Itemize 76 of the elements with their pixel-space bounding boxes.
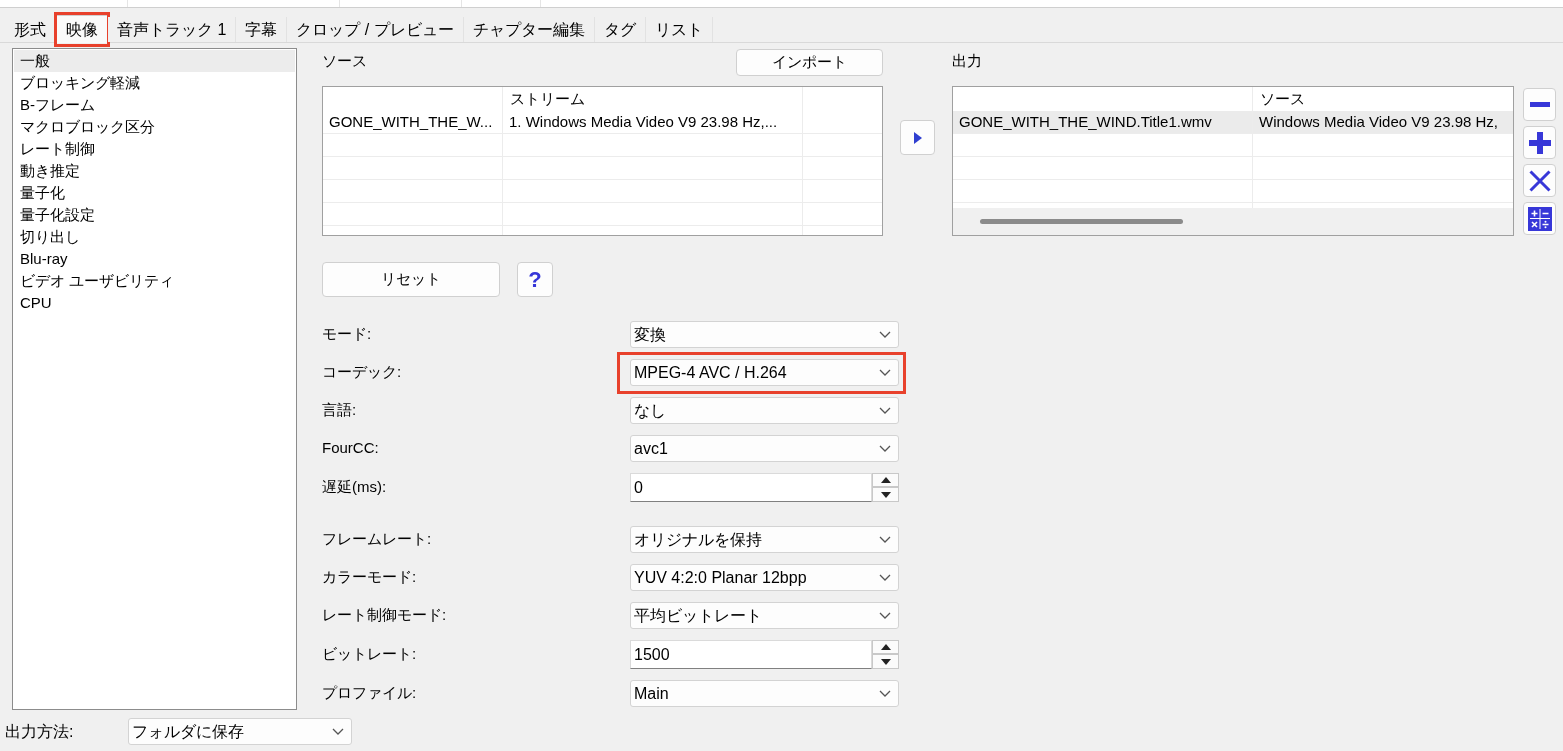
sidebar-item[interactable]: CPU — [14, 292, 295, 314]
chevron-down-icon — [879, 536, 891, 543]
plus-icon — [1528, 131, 1551, 154]
minus-icon — [1529, 102, 1550, 107]
add-button[interactable] — [1523, 126, 1556, 159]
sidebar-item[interactable]: ブロッキング軽減 — [14, 72, 295, 94]
help-button[interactable]: ? — [517, 262, 553, 297]
sidebar-item[interactable]: Blu-ray — [14, 248, 295, 270]
sidebar-item[interactable]: 切り出し — [14, 226, 295, 248]
section-title: ソース — [322, 51, 367, 71]
calculator-button[interactable] — [1523, 202, 1556, 235]
close-icon — [1528, 169, 1551, 192]
sidebar-item[interactable]: 量子化設定 — [14, 204, 295, 226]
field-label: ビットレート: — [322, 644, 418, 665]
dropdown[interactable]: なし — [630, 397, 899, 424]
field-label: FourCC: — [322, 438, 380, 459]
field-label: 遅延(ms): — [322, 477, 388, 498]
sidebar-item[interactable]: 動き推定 — [14, 160, 295, 182]
tab[interactable]: 音声トラック 1 — [108, 17, 237, 42]
field-label: 出力方法: — [5, 721, 75, 742]
sidebar-item[interactable]: 一般 — [14, 50, 295, 72]
chevron-down-icon — [879, 445, 891, 452]
calculator-icon — [1527, 206, 1552, 231]
caret-down-icon — [880, 658, 891, 665]
sidebar-item[interactable]: ビデオ ユーザビリティ — [14, 270, 295, 292]
sidebar-item[interactable]: レート制御 — [14, 138, 295, 160]
sidebar-item[interactable]: マクロブロック区分 — [14, 116, 295, 138]
section-title: 出力 — [952, 51, 982, 71]
chevron-down-icon — [879, 407, 891, 414]
field-label: コーデック: — [322, 362, 403, 383]
dropdown[interactable]: オリジナルを保持 — [630, 526, 899, 553]
caret-up-icon — [880, 644, 891, 650]
table-cell: GONE_WITH_THE_W... — [323, 111, 503, 133]
dropdown[interactable]: フォルダに保存 — [128, 718, 352, 745]
field-label: フレームレート: — [322, 529, 433, 550]
dropdown[interactable]: 変換 — [630, 321, 899, 348]
chevron-down-icon — [879, 369, 891, 376]
field-label: カラーモード: — [322, 567, 418, 588]
dropdown[interactable]: 平均ビットレート — [630, 602, 899, 629]
dropdown[interactable]: MPEG-4 AVC / H.264 — [630, 359, 899, 386]
caret-down-icon — [880, 491, 891, 498]
horizontal-scrollbar[interactable] — [953, 208, 1513, 235]
sidebar-item[interactable]: B-フレーム — [14, 94, 295, 116]
import-button[interactable]: インポート — [736, 49, 883, 76]
chevron-down-icon — [879, 331, 891, 338]
number-field[interactable]: 1500 — [630, 640, 872, 669]
column-header[interactable]: ストリーム — [503, 87, 803, 111]
dropdown[interactable]: avc1 — [630, 435, 899, 462]
table-cell: GONE_WITH_THE_WIND.Title1.wmv — [953, 111, 1253, 133]
field-label: レート制御モード: — [322, 605, 448, 626]
triangle-right-icon — [913, 131, 922, 144]
chevron-down-icon — [879, 690, 891, 697]
table-cell: Windows Media Video V9 23.98 Hz, — [1253, 111, 1513, 133]
chevron-down-icon — [879, 574, 891, 581]
clear-button[interactable] — [1523, 164, 1556, 197]
caret-up-icon — [880, 477, 891, 483]
field-label: プロファイル: — [322, 683, 418, 704]
reset-button[interactable]: リセット — [322, 262, 500, 297]
dropdown[interactable]: YUV 4:2:0 Planar 12bpp — [630, 564, 899, 591]
field-label: 言語: — [322, 400, 358, 421]
sidebar-item[interactable]: 量子化 — [14, 182, 295, 204]
chevron-down-icon — [879, 612, 891, 619]
field-label: モード: — [322, 324, 373, 345]
scrollbar-thumb[interactable] — [980, 219, 1183, 224]
chevron-down-icon — [332, 728, 344, 735]
spin-down-button[interactable] — [872, 487, 899, 502]
number-field[interactable]: 0 — [630, 473, 872, 502]
remove-button[interactable] — [1523, 88, 1556, 121]
dropdown[interactable]: Main — [630, 680, 899, 707]
spin-up-button[interactable] — [872, 640, 899, 654]
add-to-output-button[interactable] — [900, 120, 935, 155]
column-header[interactable]: ソース — [1253, 87, 1513, 111]
table-cell: 1. Windows Media Video V9 23.98 Hz,... — [503, 111, 803, 133]
spin-down-button[interactable] — [872, 654, 899, 669]
spin-up-button[interactable] — [872, 473, 899, 487]
tab[interactable]: 映像 — [56, 15, 108, 43]
